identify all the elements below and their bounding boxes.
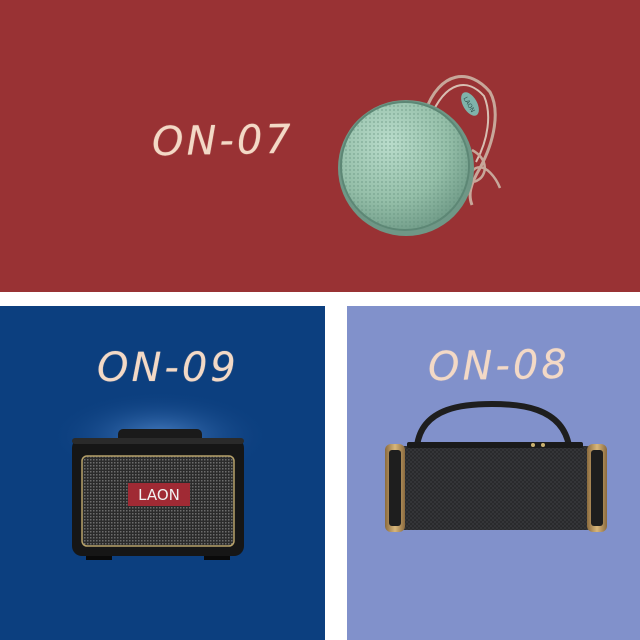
round-speaker-image: LAON <box>338 75 502 236</box>
strap-tag: LAON <box>461 92 479 116</box>
retro-speaker-image: LAON <box>50 391 270 560</box>
fabric-speaker-image <box>385 400 607 532</box>
brand-badge-text: LAON <box>138 486 180 504</box>
